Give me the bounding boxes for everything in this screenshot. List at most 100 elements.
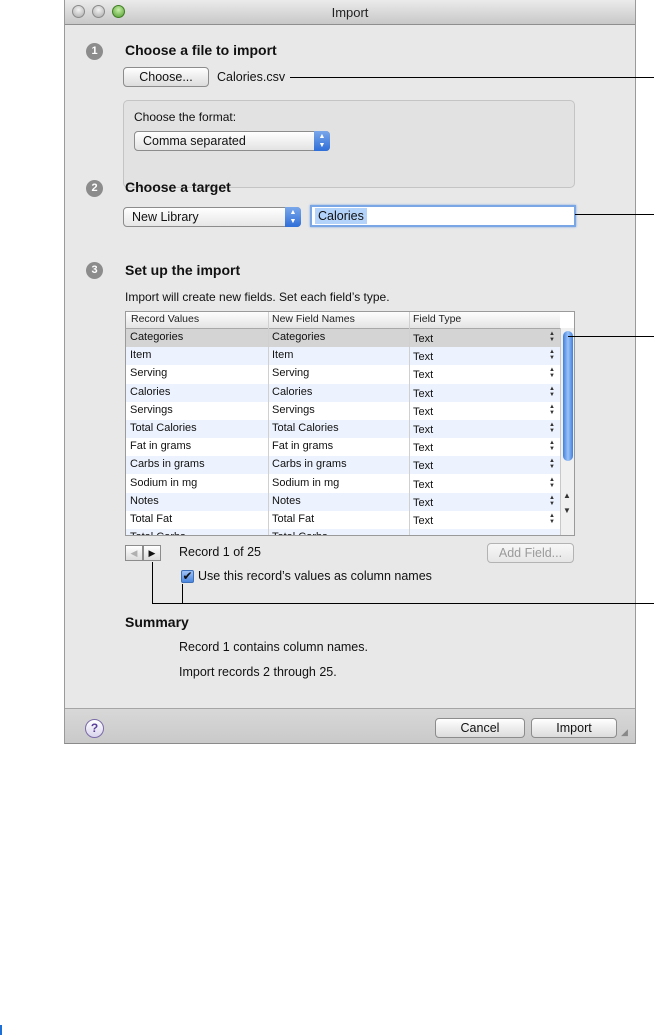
checkmark-icon: ✔ bbox=[182, 569, 193, 583]
field-type-cell[interactable]: Text bbox=[413, 406, 433, 418]
field-type-stepper-icon[interactable]: ▲ ▼ bbox=[549, 458, 555, 470]
field-name-cell[interactable]: Serving bbox=[272, 367, 309, 379]
use-column-names-checkbox[interactable]: ✔ bbox=[181, 570, 194, 583]
field-type-stepper-icon[interactable]: ▲ ▼ bbox=[549, 440, 555, 452]
table-row[interactable]: Carbs in grams Carbs in grams Text ▲ ▼ bbox=[126, 456, 560, 475]
field-type-cell[interactable]: Text bbox=[413, 479, 433, 491]
field-type-stepper-icon[interactable]: ▲ ▼ bbox=[549, 477, 555, 489]
field-name-cell[interactable]: Item bbox=[272, 349, 293, 361]
field-type-cell[interactable]: Text bbox=[413, 424, 433, 436]
record-value-cell: Sodium in mg bbox=[130, 476, 198, 489]
column-divider bbox=[409, 312, 410, 535]
previous-record-button[interactable]: ◀ bbox=[125, 545, 143, 561]
column-header-new-field-names[interactable]: New Field Names bbox=[272, 313, 355, 325]
table-scrollbar[interactable]: ▲ ▼ bbox=[560, 328, 574, 535]
field-name-cell[interactable]: Carbs in grams bbox=[272, 458, 347, 470]
field-name-cell[interactable]: Servings bbox=[272, 404, 315, 416]
field-name-cell[interactable]: Fat in grams bbox=[272, 440, 333, 452]
record-value-cell: Total Calories bbox=[130, 422, 197, 434]
import-window: Import 1 Choose a file to import Choose.… bbox=[64, 0, 636, 744]
table-row[interactable]: Notes Notes Text ▲ ▼ bbox=[126, 492, 560, 511]
table-row[interactable]: Servings Servings Text ▲ ▼ bbox=[126, 402, 560, 420]
record-status: Record 1 of 25 bbox=[179, 545, 261, 559]
library-name-field[interactable]: Calories bbox=[310, 205, 576, 227]
resize-grip-icon[interactable]: ◢ bbox=[621, 727, 628, 738]
window-title: Import bbox=[331, 5, 369, 20]
column-header-field-type[interactable]: Field Type bbox=[413, 313, 461, 325]
target-popup[interactable]: New Library ▲ ▼ bbox=[123, 207, 301, 227]
field-type-cell[interactable]: Text bbox=[413, 351, 433, 363]
summary-line-1: Record 1 contains column names. bbox=[179, 640, 368, 654]
callout-line-bottom bbox=[152, 603, 654, 604]
library-name-value: Calories bbox=[315, 208, 367, 224]
fields-table: Record Values New Field Names Field Type… bbox=[125, 311, 575, 536]
add-field-button[interactable]: Add Field... bbox=[487, 543, 574, 563]
step-1-heading: Choose a file to import bbox=[125, 42, 277, 58]
record-value-cell: Total Carbs bbox=[130, 531, 186, 535]
step-1-badge: 1 bbox=[86, 43, 103, 60]
field-type-stepper-icon[interactable]: ▲ ▼ bbox=[549, 422, 555, 434]
table-row[interactable]: Total Carbs Total Carbs bbox=[126, 529, 560, 535]
field-type-cell[interactable]: Text bbox=[413, 460, 433, 472]
column-divider bbox=[268, 312, 269, 535]
scroll-up-arrow-icon[interactable]: ▲ bbox=[563, 491, 571, 500]
field-type-stepper-icon[interactable]: ▲ ▼ bbox=[549, 331, 555, 343]
field-type-stepper-icon[interactable]: ▲ ▼ bbox=[549, 495, 555, 507]
record-value-cell: Serving bbox=[130, 367, 168, 380]
field-type-cell[interactable]: Text bbox=[413, 497, 433, 509]
column-header-record-values[interactable]: Record Values bbox=[131, 313, 199, 325]
field-type-stepper-icon[interactable]: ▲ ▼ bbox=[549, 367, 555, 379]
field-name-cell[interactable]: Categories bbox=[272, 331, 325, 343]
field-name-cell[interactable]: Calories bbox=[272, 386, 312, 398]
field-type-stepper-icon[interactable]: ▲ ▼ bbox=[549, 404, 555, 416]
callout-line-file bbox=[290, 77, 654, 78]
callout-line-table bbox=[568, 336, 654, 337]
right-arrow-icon: ▶ bbox=[148, 548, 156, 558]
table-row[interactable]: Categories Categories Text ▲ ▼ bbox=[126, 329, 560, 347]
callout-line-checkbox bbox=[182, 584, 183, 604]
use-column-names-label[interactable]: Use this record’s values as column names bbox=[198, 569, 432, 583]
field-type-cell[interactable]: Text bbox=[413, 515, 433, 527]
field-type-stepper-icon[interactable]: ▲ ▼ bbox=[549, 513, 555, 525]
record-value-cell: Item bbox=[130, 349, 152, 362]
field-type-cell[interactable]: Text bbox=[413, 369, 433, 381]
import-button[interactable]: Import bbox=[531, 718, 617, 738]
title-bar: Import bbox=[65, 0, 635, 25]
step-3-heading: Set up the import bbox=[125, 262, 241, 278]
table-row[interactable]: Calories Calories Text ▲ ▼ bbox=[126, 383, 560, 402]
next-record-button[interactable]: ▶ bbox=[143, 545, 161, 561]
table-row[interactable]: Serving Serving Text ▲ ▼ bbox=[126, 365, 560, 383]
table-row[interactable]: Item Item Text ▲ ▼ bbox=[126, 347, 560, 366]
callout-line-nav bbox=[152, 562, 153, 604]
table-row[interactable]: Sodium in mg Sodium in mg Text ▲ ▼ bbox=[126, 475, 560, 493]
field-type-cell[interactable]: Text bbox=[413, 442, 433, 454]
help-button[interactable]: ? bbox=[85, 719, 104, 738]
choose-file-button[interactable]: Choose... bbox=[123, 67, 209, 87]
field-name-cell[interactable]: Notes bbox=[272, 495, 301, 507]
record-value-cell: Fat in grams bbox=[130, 440, 192, 453]
table-row[interactable]: Total Fat Total Fat Text ▲ ▼ bbox=[126, 511, 560, 529]
field-type-cell[interactable]: Text bbox=[413, 333, 433, 345]
bottom-bar: ? Cancel Import ◢ bbox=[65, 708, 635, 743]
format-popup[interactable]: Comma separated ▲ ▼ bbox=[134, 131, 330, 151]
field-type-stepper-icon[interactable]: ▲ ▼ bbox=[549, 386, 555, 398]
table-header: Record Values New Field Names Field Type bbox=[126, 312, 560, 329]
field-type-stepper-icon[interactable]: ▲ ▼ bbox=[549, 349, 555, 361]
record-value-cell: Categories bbox=[130, 331, 184, 343]
scrollbar-thumb[interactable] bbox=[563, 331, 573, 461]
scroll-down-arrow-icon[interactable]: ▼ bbox=[563, 506, 571, 515]
field-name-cell[interactable]: Sodium in mg bbox=[272, 477, 339, 489]
field-type-cell[interactable]: Text bbox=[413, 388, 433, 400]
field-name-cell[interactable]: Total Carbs bbox=[272, 531, 328, 535]
record-value-cell: Notes bbox=[130, 494, 159, 507]
format-popup-value: Comma separated bbox=[143, 134, 246, 148]
field-name-cell[interactable]: Total Calories bbox=[272, 422, 339, 434]
format-label: Choose the format: bbox=[134, 110, 237, 124]
table-row[interactable]: Fat in grams Fat in grams Text ▲ ▼ bbox=[126, 438, 560, 456]
popup-arrows-icon: ▲ ▼ bbox=[285, 207, 301, 227]
field-name-cell[interactable]: Total Fat bbox=[272, 513, 314, 525]
record-value-cell: Calories bbox=[130, 385, 171, 398]
record-value-cell: Total Fat bbox=[130, 513, 173, 525]
table-row[interactable]: Total Calories Total Calories Text ▲ ▼ bbox=[126, 420, 560, 438]
cancel-button[interactable]: Cancel bbox=[435, 718, 525, 738]
